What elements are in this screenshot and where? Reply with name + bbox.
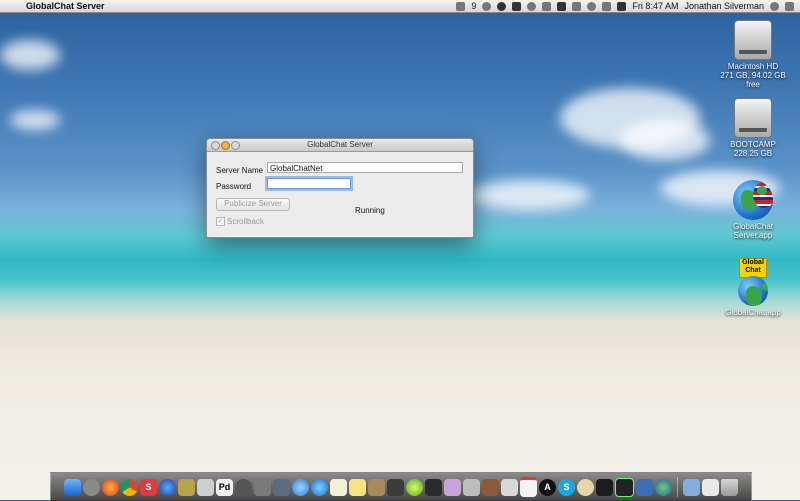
launchpad-icon[interactable] <box>83 478 100 496</box>
spotlight-icon[interactable] <box>770 1 779 11</box>
itunes-icon[interactable] <box>292 478 309 496</box>
globalchat-sticker: Global Chat <box>739 258 767 278</box>
lime-app-icon[interactable] <box>406 478 423 496</box>
activity-monitor-icon[interactable] <box>615 477 634 497</box>
documents-icon[interactable] <box>702 478 719 496</box>
password-label: Password <box>216 182 252 191</box>
adobe-icon[interactable] <box>456 1 466 11</box>
cat-app-icon[interactable] <box>425 478 442 496</box>
app-store-icon[interactable] <box>311 478 328 496</box>
star-app-icon[interactable] <box>178 478 195 496</box>
desktop-item-label: BOOTCAMP <box>730 140 776 149</box>
desktop-item-bootcamp[interactable]: BOOTCAMP 228.25 GB <box>713 98 793 158</box>
photos-icon[interactable] <box>501 478 518 496</box>
clock-app-icon[interactable] <box>235 478 252 496</box>
publicize-server-button[interactable]: Publicize Server <box>216 198 290 211</box>
cd-app-icon[interactable] <box>463 478 480 496</box>
firefox-icon[interactable] <box>102 478 119 496</box>
globe-app-icon[interactable] <box>159 478 176 496</box>
menu-bar: GlobalChat Server 9 Fri 8:47 AM Jonathan… <box>0 0 800 13</box>
camera-app-icon[interactable] <box>254 478 271 496</box>
finder-icon[interactable] <box>64 478 81 496</box>
volume-icon[interactable] <box>602 1 612 11</box>
status-count[interactable]: 9 <box>471 1 476 11</box>
network-icon[interactable] <box>273 478 290 496</box>
desktop-item-detail: 228.25 GB <box>733 149 773 158</box>
map-icon[interactable] <box>577 478 594 496</box>
dropbox-icon[interactable] <box>497 1 507 11</box>
circle-a-icon[interactable]: A <box>539 478 556 496</box>
app-menu-title[interactable]: GlobalChat Server <box>26 1 105 11</box>
desktop-item-label: Macintosh HD <box>727 62 779 71</box>
desktop-item-globalchat-server[interactable]: GlobalChat Server.app <box>713 180 793 240</box>
checkmark-icon: ✓ <box>216 217 225 226</box>
hard-drive-icon <box>734 98 772 138</box>
cloud <box>620 120 710 160</box>
s-app-icon[interactable]: S <box>140 478 157 496</box>
cloud <box>10 110 60 130</box>
window-title: GlobalChat Server <box>307 140 373 149</box>
desktop-item-macintosh-hd[interactable]: Macintosh HD 271 GB, 94.02 GB free <box>713 20 793 89</box>
globalchat-icon[interactable] <box>655 478 672 496</box>
gamepad-icon[interactable] <box>542 1 552 11</box>
globe-flag-icon <box>733 180 773 220</box>
server-name-field[interactable]: GlobalChatNet <box>267 162 463 173</box>
server-status: Running <box>355 206 385 215</box>
stickies-icon[interactable] <box>349 478 366 496</box>
cloud-icon[interactable] <box>512 1 522 11</box>
globe-icon <box>738 276 768 306</box>
cube-app-icon[interactable] <box>197 478 214 496</box>
menu-extras: 9 Fri 8:47 AM Jonathan Silverman <box>456 1 800 11</box>
desktop-item-detail: 271 GB, 94.02 GB free <box>720 71 786 89</box>
sync-icon[interactable] <box>482 1 492 11</box>
mask-app-icon[interactable] <box>482 478 499 496</box>
dock: S Pd A S <box>50 472 752 501</box>
globalchat-server-window: GlobalChat Server Server Name GlobalChat… <box>206 138 474 238</box>
desktop-item-label: GlobalChat.app <box>725 308 781 317</box>
pd-icon[interactable]: Pd <box>216 478 233 496</box>
preview-icon[interactable] <box>368 478 385 496</box>
dock-separator <box>677 477 678 497</box>
cloud <box>470 180 590 210</box>
photo-app-icon[interactable] <box>444 478 461 496</box>
desktop-item-label: GlobalChat Server.app <box>732 222 774 240</box>
cloud <box>0 40 60 70</box>
bluetooth-icon[interactable] <box>572 1 582 11</box>
wifi-icon[interactable] <box>587 1 597 11</box>
battery-icon[interactable] <box>617 1 627 11</box>
desktop-item-globalchat[interactable]: Global Chat GlobalChat.app <box>713 258 793 317</box>
notes-icon[interactable] <box>330 478 347 496</box>
terminal-dark-icon[interactable] <box>596 478 613 496</box>
scrollback-checkbox[interactable]: ✓ Scrollback <box>216 217 264 226</box>
chrome-icon[interactable] <box>121 478 138 496</box>
downloads-icon[interactable] <box>683 478 700 496</box>
notification-center-icon[interactable] <box>785 1 794 11</box>
skype-icon[interactable]: S <box>558 478 575 496</box>
display-icon[interactable] <box>557 1 567 11</box>
user-name[interactable]: Jonathan Silverman <box>684 1 764 11</box>
window-titlebar[interactable]: GlobalChat Server <box>207 139 473 152</box>
server-name-label: Server Name <box>216 166 264 175</box>
hard-drive-icon <box>734 20 772 60</box>
password-field[interactable] <box>267 178 351 189</box>
clock[interactable]: Fri 8:47 AM <box>632 1 678 11</box>
xcode-icon[interactable] <box>636 478 653 496</box>
time-machine-icon[interactable] <box>527 1 537 11</box>
apple-menu-icon[interactable] <box>8 1 18 11</box>
terminal-icon[interactable] <box>387 478 404 496</box>
trash-icon[interactable] <box>721 478 738 496</box>
calendar-icon[interactable] <box>520 477 537 497</box>
scrollback-label: Scrollback <box>227 217 264 226</box>
